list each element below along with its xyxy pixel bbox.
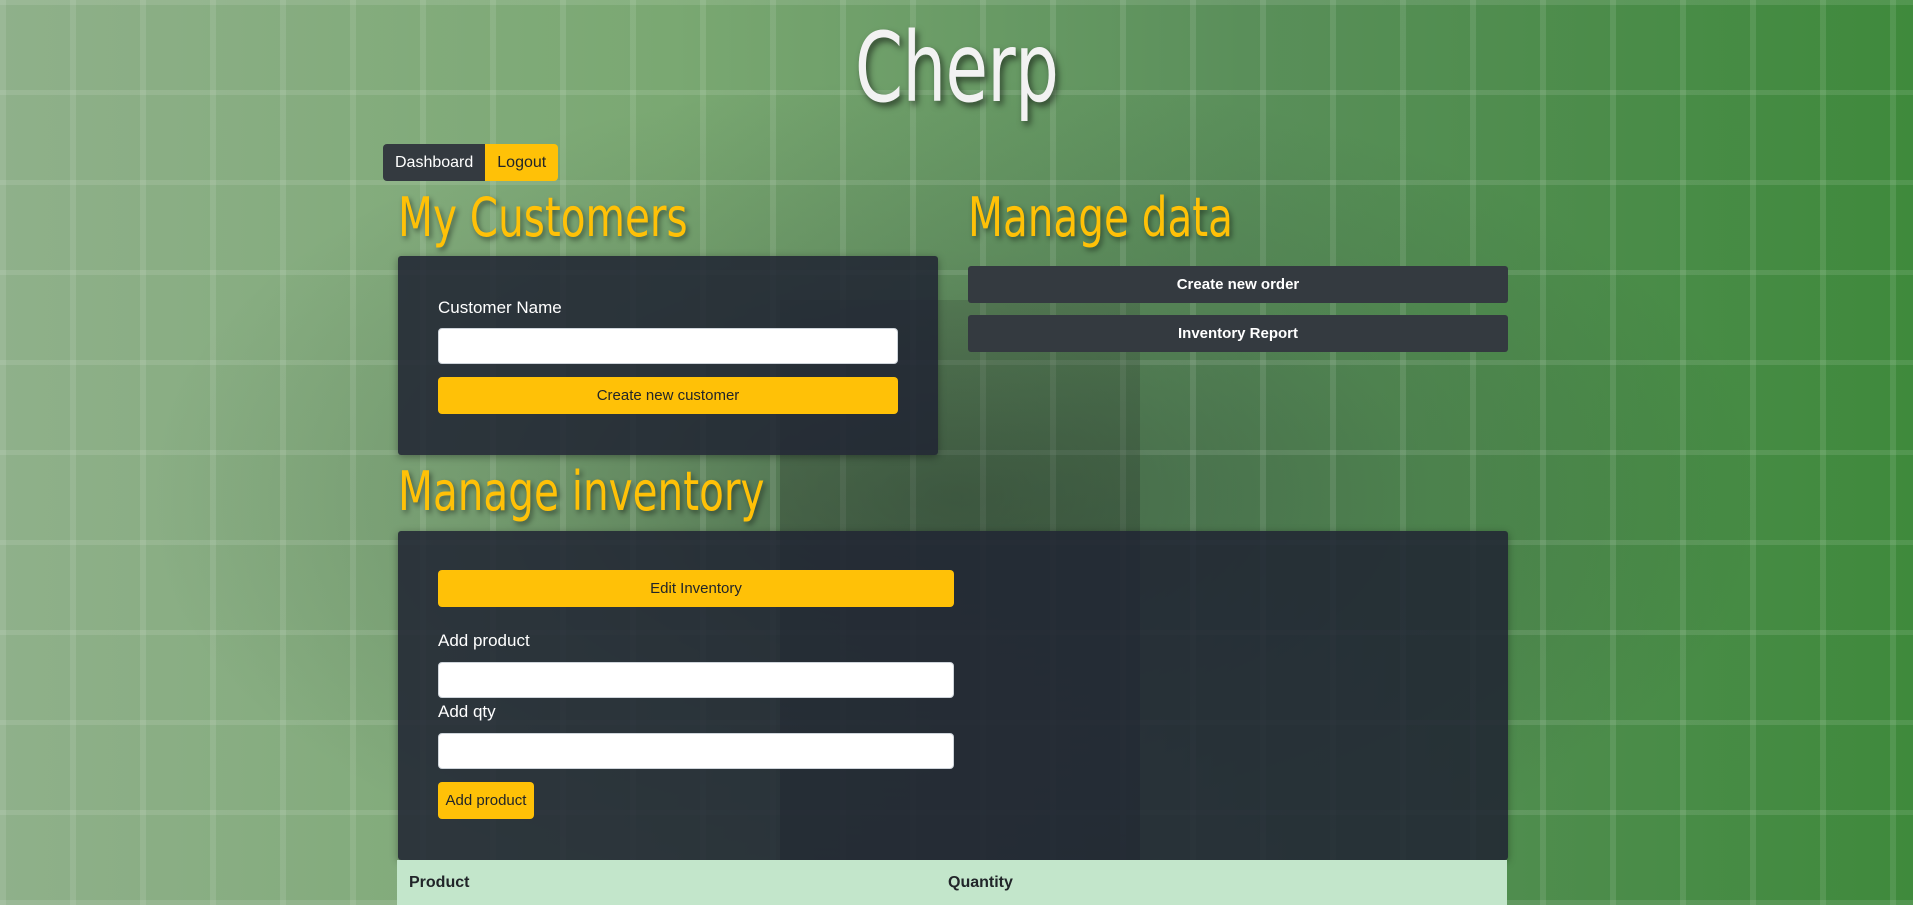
customers-panel: Customer Name Create new customer bbox=[398, 256, 938, 455]
inventory-heading: Manage inventory bbox=[398, 460, 765, 523]
create-order-button[interactable]: Create new order bbox=[968, 266, 1508, 303]
column-header-product: Product bbox=[409, 874, 470, 891]
inventory-report-button[interactable]: Inventory Report bbox=[968, 315, 1508, 352]
column-header-quantity: Quantity bbox=[948, 874, 1013, 891]
inventory-panel: Edit Inventory Add product Add qty Add p… bbox=[398, 531, 1508, 860]
add-product-button[interactable]: Add product bbox=[438, 782, 534, 819]
logout-button[interactable]: Logout bbox=[485, 144, 559, 181]
top-nav: Dashboard Logout bbox=[383, 144, 559, 181]
dashboard-button[interactable]: Dashboard bbox=[383, 144, 486, 181]
add-product-label: Add product bbox=[438, 631, 530, 650]
inventory-table-header: Product Quantity bbox=[397, 860, 1507, 905]
add-qty-label: Add qty bbox=[438, 702, 496, 721]
customer-name-label: Customer Name bbox=[438, 298, 562, 317]
add-product-input[interactable] bbox=[438, 662, 954, 698]
manage-data-heading: Manage data bbox=[968, 186, 1233, 249]
customers-heading: My Customers bbox=[398, 186, 688, 249]
app-title: Cherp bbox=[854, 12, 1059, 124]
customer-name-input[interactable] bbox=[438, 328, 898, 364]
create-customer-button[interactable]: Create new customer bbox=[438, 377, 898, 414]
add-qty-input[interactable] bbox=[438, 733, 954, 769]
edit-inventory-button[interactable]: Edit Inventory bbox=[438, 570, 954, 607]
